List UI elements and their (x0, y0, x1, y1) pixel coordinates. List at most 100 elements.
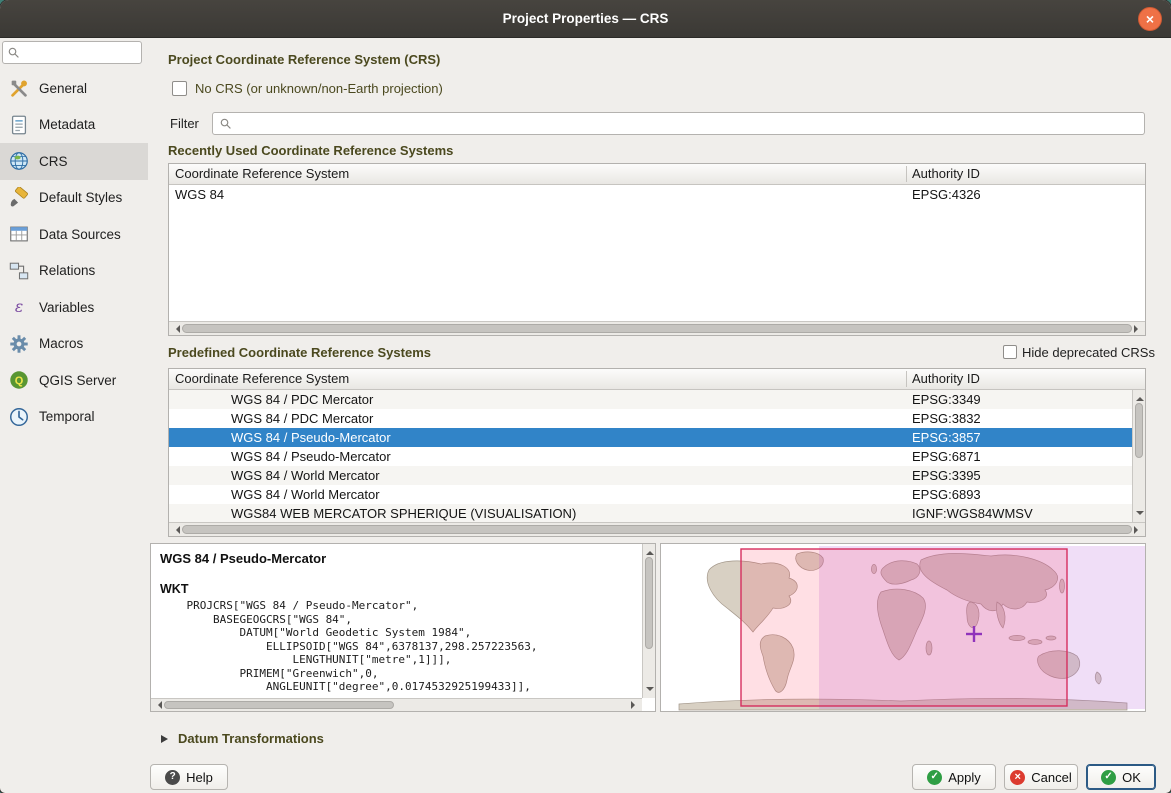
no-crs-checkbox[interactable] (172, 81, 187, 96)
table-row-selected[interactable]: WGS 84 / Pseudo-Mercator EPSG:3857 (169, 428, 1133, 447)
help-button-label: Help (186, 770, 213, 785)
scroll-down-arrow[interactable] (1136, 511, 1144, 519)
table-row[interactable]: WGS 84 / World Mercator EPSG:3395 (169, 466, 1133, 485)
authority-cell: EPSG:3349 (912, 390, 981, 409)
sidebar-item-label: CRS (39, 154, 68, 169)
sidebar-search-box[interactable] (2, 41, 142, 64)
scroll-left-arrow[interactable] (154, 701, 162, 709)
sidebar-item-qgis-server[interactable]: Q QGIS Server (0, 362, 148, 399)
crs-name-cell: WGS 84 / Pseudo-Mercator (231, 428, 391, 447)
sidebar-item-label: QGIS Server (39, 373, 116, 388)
hide-deprecated-checkbox[interactable] (1003, 345, 1017, 359)
details-horizontal-scrollbar[interactable] (151, 698, 642, 711)
datum-transformations-expander[interactable]: Datum Transformations (161, 731, 324, 746)
sidebar: General Metadata CRS Default Styles Data… (0, 38, 148, 793)
title-bar[interactable]: Project Properties — CRS × (0, 0, 1171, 38)
column-header-authority[interactable]: Authority ID (906, 164, 980, 185)
recent-crs-heading: Recently Used Coordinate Reference Syste… (168, 143, 453, 158)
table-row[interactable]: WGS 84 / PDC Mercator EPSG:3832 (169, 409, 1133, 428)
scroll-right-arrow[interactable] (631, 701, 639, 709)
authority-cell: EPSG:4326 (912, 185, 981, 204)
column-header-crs[interactable]: Coordinate Reference System (169, 369, 349, 390)
table-row[interactable]: WGS 84 EPSG:4326 (169, 185, 1145, 204)
scrollbar-thumb[interactable] (645, 557, 653, 649)
hide-deprecated-label: Hide deprecated CRSs (1022, 345, 1155, 360)
predefined-horizontal-scrollbar[interactable] (169, 522, 1145, 536)
sidebar-item-default-styles[interactable]: Default Styles (0, 180, 148, 217)
section-title: Project Coordinate Reference System (CRS… (168, 52, 440, 67)
sidebar-item-label: Data Sources (39, 227, 121, 242)
server-icon: Q (8, 369, 30, 391)
close-icon[interactable]: × (1138, 7, 1162, 31)
world-map (661, 544, 1145, 711)
scroll-right-arrow[interactable] (1134, 526, 1142, 534)
crs-name-cell: WGS 84 / PDC Mercator (231, 409, 373, 428)
cancel-button[interactable]: × Cancel (1004, 764, 1078, 790)
scroll-up-arrow[interactable] (1136, 393, 1144, 401)
wkt-label: WKT (160, 582, 188, 596)
cancel-x-icon: × (1010, 770, 1025, 785)
authority-cell: EPSG:3395 (912, 466, 981, 485)
scroll-left-arrow[interactable] (172, 526, 180, 534)
sidebar-item-relations[interactable]: Relations (0, 253, 148, 290)
ok-button[interactable]: ✓ OK (1086, 764, 1156, 790)
sidebar-item-crs[interactable]: CRS (0, 143, 148, 180)
sidebar-item-metadata[interactable]: Metadata (0, 107, 148, 144)
column-header-crs[interactable]: Coordinate Reference System (169, 164, 349, 185)
gear-icon (8, 333, 30, 355)
authority-cell: EPSG:6893 (912, 485, 981, 504)
scroll-up-arrow[interactable] (646, 547, 654, 555)
sidebar-item-temporal[interactable]: Temporal (0, 399, 148, 436)
sidebar-item-variables[interactable]: ε Variables (0, 289, 148, 326)
recent-crs-table: Coordinate Reference System Authority ID… (168, 163, 1146, 336)
selected-crs-title: WGS 84 / Pseudo-Mercator (160, 551, 326, 566)
authority-cell: IGNF:WGS84WMSV (912, 504, 1033, 523)
relations-icon (8, 260, 30, 282)
sidebar-list: General Metadata CRS Default Styles Data… (0, 70, 148, 435)
scrollbar-thumb[interactable] (182, 525, 1132, 534)
scroll-down-arrow[interactable] (646, 687, 654, 695)
column-header-authority[interactable]: Authority ID (906, 369, 980, 390)
crs-name-cell: WGS84 WEB MERCATOR SPHERIQUE (VISUALISAT… (231, 504, 576, 523)
apply-button[interactable]: ✓ Apply (912, 764, 996, 790)
table-row[interactable]: WGS 84 / World Mercator EPSG:6893 (169, 485, 1133, 504)
scroll-left-arrow[interactable] (172, 325, 180, 333)
sidebar-item-macros[interactable]: Macros (0, 326, 148, 363)
sidebar-search-input[interactable] (24, 45, 141, 61)
authority-cell: EPSG:3857 (912, 428, 981, 447)
crs-name-cell: WGS 84 (175, 185, 224, 204)
sidebar-item-label: Macros (39, 336, 83, 351)
svg-text:ε: ε (15, 298, 23, 316)
table-row[interactable]: WGS84 WEB MERCATOR SPHERIQUE (VISUALISAT… (169, 504, 1133, 523)
table-icon (8, 223, 30, 245)
filter-input-box[interactable] (212, 112, 1145, 135)
clock-icon (8, 406, 30, 428)
scroll-right-arrow[interactable] (1134, 325, 1142, 333)
recent-horizontal-scrollbar[interactable] (169, 321, 1145, 335)
search-icon (7, 46, 20, 59)
sidebar-item-general[interactable]: General (0, 70, 148, 107)
crs-extent-map-preview (660, 543, 1146, 712)
svg-text:Q: Q (15, 375, 24, 387)
table-row[interactable]: WGS 84 / PDC Mercator EPSG:3349 (169, 390, 1133, 409)
authority-cell: EPSG:3832 (912, 409, 981, 428)
sidebar-item-data-sources[interactable]: Data Sources (0, 216, 148, 253)
help-button[interactable]: ? Help (150, 764, 228, 790)
table-row[interactable]: WGS 84 / Pseudo-Mercator EPSG:6871 (169, 447, 1133, 466)
scrollbar-thumb[interactable] (164, 701, 394, 709)
scrollbar-thumb[interactable] (1135, 403, 1143, 458)
cancel-button-label: Cancel (1031, 770, 1071, 785)
crs-details-panel: WGS 84 / Pseudo-Mercator WKT PROJCRS["WG… (150, 543, 656, 712)
help-icon: ? (165, 770, 180, 785)
scrollbar-thumb[interactable] (182, 324, 1132, 333)
wkt-text: PROJCRS["WGS 84 / Pseudo-Mercator", BASE… (160, 599, 639, 696)
details-vertical-scrollbar[interactable] (642, 544, 655, 698)
predefined-crs-table: Coordinate Reference System Authority ID… (168, 368, 1146, 537)
crs-name-cell: WGS 84 / World Mercator (231, 485, 380, 504)
metadata-icon (8, 114, 30, 136)
predefined-vertical-scrollbar[interactable] (1132, 390, 1145, 522)
sidebar-item-label: Temporal (39, 409, 95, 424)
filter-input[interactable] (237, 115, 1144, 132)
predefined-table-header: Coordinate Reference System Authority ID (169, 369, 1145, 390)
expander-triangle-icon (161, 735, 168, 743)
